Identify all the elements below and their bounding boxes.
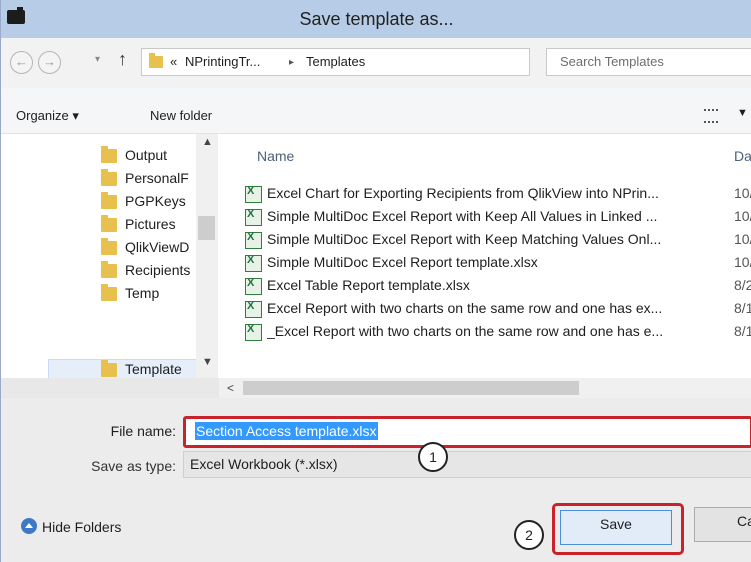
organize-button[interactable]: Organize ▾ <box>16 108 79 124</box>
breadcrumb-nprinting[interactable]: NPrintingTr... <box>185 54 260 69</box>
excel-file-icon <box>245 323 262 341</box>
callout-2: 2 <box>514 520 544 550</box>
save-dialog: Save template as... ← → ▾ ↑ « NPrintingT… <box>0 0 751 562</box>
excel-file-icon <box>245 208 262 226</box>
excel-file-icon <box>245 185 262 203</box>
file-list: Name Dat Excel Chart for Exporting Recip… <box>219 134 751 378</box>
file-name-label: File name: <box>110 423 176 439</box>
back-icon[interactable]: ← <box>10 51 33 74</box>
file-row[interactable]: _Excel Report with two charts on the sam… <box>219 322 751 344</box>
file-row[interactable]: Excel Table Report template.xlsx8/2 <box>219 276 751 298</box>
file-list-horizontal-scrollbar[interactable]: < <box>219 378 751 398</box>
hide-folders-label: Hide Folders <box>42 519 122 535</box>
navigation-pane-extra <box>1 134 196 378</box>
excel-file-icon <box>245 277 262 295</box>
file-row[interactable]: Simple MultiDoc Excel Report with Keep M… <box>219 230 751 252</box>
excel-file-icon <box>245 231 262 249</box>
scroll-down-icon[interactable]: ▼ <box>202 356 213 368</box>
nav-vertical-scrollbar[interactable]: ▲ ▼ <box>196 134 218 378</box>
save-form: File name: Section Access template.xlsx … <box>1 398 751 562</box>
recent-locations-chevron-icon[interactable]: ▾ <box>95 54 100 65</box>
save-as-type-label: Save as type: <box>91 458 176 474</box>
cancel-label: Can <box>737 513 751 529</box>
up-arrow-icon[interactable]: ↑ <box>118 49 127 70</box>
file-name-value: Section Access template.xlsx <box>195 422 378 440</box>
file-row[interactable]: Simple MultiDoc Excel Report template.xl… <box>219 253 751 275</box>
column-header-date[interactable]: Dat <box>734 148 751 164</box>
scroll-up-icon[interactable]: ▲ <box>202 136 213 148</box>
save-as-type-value: Excel Workbook (*.xlsx) <box>190 456 338 472</box>
save-highlight: Save <box>552 503 684 555</box>
file-row[interactable]: Excel Chart for Exporting Recipients fro… <box>219 184 751 206</box>
search-input[interactable]: Search Templates <box>546 48 751 76</box>
collapse-icon <box>21 518 37 534</box>
file-name-input[interactable]: Section Access template.xlsx <box>183 416 751 448</box>
file-row[interactable]: Simple MultiDoc Excel Report with Keep A… <box>219 207 751 229</box>
save-as-type-select[interactable]: Excel Workbook (*.xlsx) <box>183 451 751 478</box>
search-placeholder: Search Templates <box>560 54 664 69</box>
save-button[interactable]: Save <box>560 510 672 545</box>
toolbar: Organize ▾ New folder ▼ <box>1 88 751 134</box>
cancel-button[interactable]: Can <box>694 507 751 542</box>
file-row[interactable]: Excel Report with two charts on the same… <box>219 299 751 321</box>
forward-icon[interactable]: → <box>38 51 61 74</box>
title-bar: Save template as... <box>1 0 751 38</box>
address-overflow[interactable]: « <box>170 54 177 69</box>
save-label: Save <box>600 516 632 532</box>
column-header-name[interactable]: Name <box>257 148 294 164</box>
address-bar[interactable]: « NPrintingTr... ▸ Templates ∨ ↻ <box>141 48 656 76</box>
excel-file-icon <box>245 254 262 272</box>
breadcrumb-templates[interactable]: Templates <box>306 54 365 69</box>
view-dropdown-icon[interactable]: ▼ <box>737 107 748 119</box>
breadcrumb-separator-icon: ▸ <box>289 57 295 68</box>
window-title: Save template as... <box>299 9 454 29</box>
excel-file-icon <box>245 300 262 318</box>
scroll-thumb[interactable] <box>243 381 579 395</box>
address-row: ← → ▾ ↑ « NPrintingTr... ▸ Templates ∨ ↻… <box>1 38 751 88</box>
callout-1: 1 <box>418 442 448 472</box>
view-options-icon[interactable] <box>704 109 718 123</box>
new-folder-button[interactable]: New folder <box>150 108 212 123</box>
folder-icon <box>149 53 163 68</box>
scroll-left-icon[interactable]: < <box>227 381 234 395</box>
scroll-thumb[interactable] <box>198 216 215 240</box>
